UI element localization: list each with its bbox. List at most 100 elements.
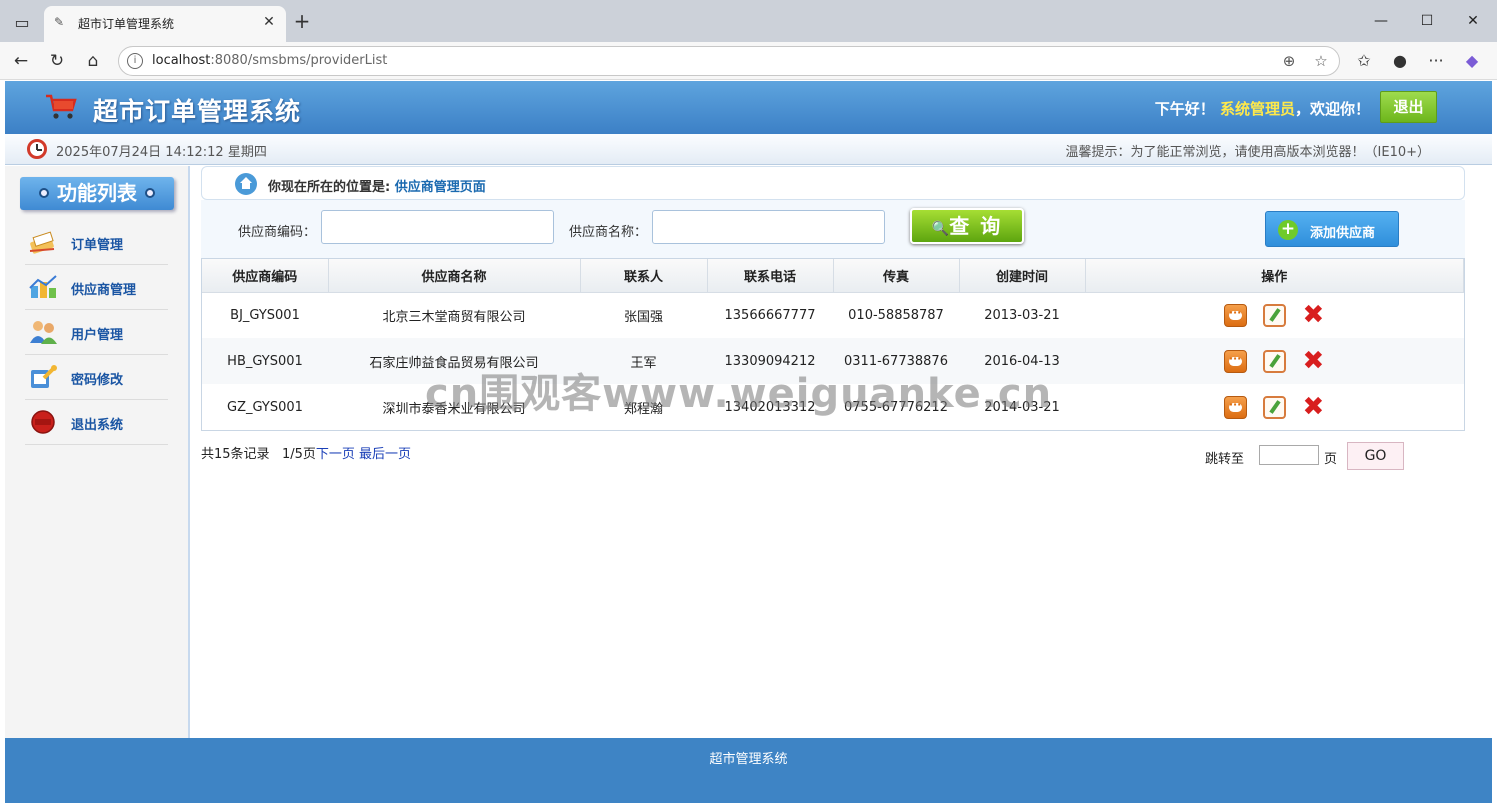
cell-fax: 010-58858787 [848, 307, 944, 323]
app-frame: 超市订单管理系统 下午好！ 系统管理员，欢迎你！ 退出 2025年07月24日 … [5, 81, 1492, 803]
last-page-link[interactable]: 最后一页 [359, 447, 411, 462]
footer: 超市管理系统 [5, 738, 1492, 803]
home-icon [235, 173, 257, 195]
password-icon [31, 365, 57, 388]
sidebar-item-exit[interactable]: 退出系统 [25, 400, 168, 445]
cell-created: 2013-03-21 [984, 307, 1060, 323]
plus-icon: + [1278, 220, 1298, 240]
go-button[interactable]: GO [1347, 442, 1404, 470]
provider-icon [29, 275, 57, 298]
favorites-icon[interactable]: ✩ [1352, 50, 1376, 72]
current-location: 供应商管理页面 [394, 180, 486, 195]
page-indicator: 1/5页 [281, 447, 316, 462]
provider-name-label: 供应商名称： [569, 225, 648, 240]
bullet-icon [39, 187, 49, 198]
edit-icon[interactable] [1262, 303, 1286, 327]
exit-icon [31, 410, 55, 434]
column-header: 供应商编码 [202, 259, 329, 293]
cell-code: HB_GYS001 [202, 338, 328, 384]
sidebar-item-label: 用户管理 [71, 328, 124, 343]
cell-actions: ✖ [1085, 292, 1464, 338]
magnifier-icon: 🔍 [931, 221, 950, 237]
add-provider-button[interactable]: + 添加供应商 [1265, 211, 1399, 247]
sidebar-item-label: 订单管理 [71, 238, 124, 253]
view-icon[interactable] [1223, 349, 1247, 373]
search-area: 供应商编码： 供应商名称： 🔍查 询 + 添加供应商 [201, 200, 1465, 258]
logout-button[interactable]: 退出 [1380, 91, 1437, 123]
next-page-link[interactable]: 下一页 [316, 447, 355, 462]
users-icon [30, 321, 57, 344]
home-icon[interactable]: ⌂ [80, 49, 106, 73]
watermark: cn围观客www.weiguanke.cn [425, 371, 1053, 417]
tab-close-icon[interactable]: ✕ [260, 13, 278, 31]
column-header: 联系人 [580, 259, 708, 293]
info-bar: 2025年07月24日 14:12:12 星期四 温馨提示：为了能正常浏览，请使… [5, 134, 1492, 165]
more-menu-icon[interactable]: ··· [1424, 50, 1448, 72]
provider-code-label: 供应商编码： [238, 225, 317, 240]
column-header: 操作 [1085, 259, 1464, 293]
sidebar-item-label: 供应商管理 [71, 283, 137, 298]
zoom-icon[interactable]: ⊕ [1279, 51, 1299, 71]
minimize-icon[interactable]: — [1358, 10, 1404, 32]
url-text: localhost:8080/smsbms/providerList [152, 53, 388, 68]
provider-name-input[interactable] [652, 210, 885, 244]
view-icon[interactable] [1223, 395, 1247, 419]
delete-icon[interactable]: ✖ [1302, 348, 1325, 374]
close-window-icon[interactable]: ✕ [1450, 10, 1496, 32]
tab-actions-icon[interactable]: ▭ [8, 8, 36, 36]
page-unit-label: 页 [1324, 452, 1338, 467]
cell-name: 北京三木堂商贸有限公司 [382, 309, 526, 325]
edit-icon[interactable] [1262, 395, 1286, 419]
edit-icon[interactable] [1262, 349, 1286, 373]
favorite-star-icon[interactable]: ☆ [1311, 51, 1331, 71]
sidebar-item-label: 退出系统 [71, 418, 124, 433]
favicon-icon: ✎ [54, 15, 65, 29]
function-list-title: 功能列表 [20, 177, 174, 210]
current-datetime: 2025年07月24日 14:12:12 星期四 [56, 145, 267, 160]
delete-icon[interactable]: ✖ [1302, 302, 1325, 328]
column-header: 供应商名称 [328, 259, 581, 293]
table-header-row: 供应商编码 供应商名称 联系人 联系电话 传真 创建时间 操作 [202, 259, 1464, 293]
maximize-icon[interactable]: ☐ [1404, 10, 1450, 32]
copilot-icon[interactable]: ◆ [1460, 50, 1484, 72]
site-info-icon[interactable]: i [127, 53, 143, 69]
sidebar-item-users[interactable]: 用户管理 [25, 310, 168, 355]
breadcrumb: 你现在所在的位置是: 供应商管理页面 [201, 166, 1465, 200]
new-tab-icon[interactable]: + [290, 10, 314, 34]
cell-phone: 13566667777 [724, 307, 816, 323]
column-header: 联系电话 [707, 259, 834, 293]
delete-icon[interactable]: ✖ [1302, 394, 1325, 420]
cell-contact: 张国强 [623, 309, 663, 325]
cell-actions: ✖ [1085, 338, 1464, 384]
sidebar-item-orders[interactable]: 订单管理 [25, 220, 168, 265]
sidebar-item-password[interactable]: 密码修改 [25, 355, 168, 400]
provider-code-input[interactable] [321, 210, 554, 244]
query-button[interactable]: 🔍查 询 [910, 208, 1024, 244]
browser-toolbar: ← ↻ ⌂ i localhost:8080/smsbms/providerLi… [0, 42, 1497, 80]
page-number-input[interactable] [1259, 445, 1319, 465]
sidebar: 功能列表 订单管理 供应商管理 用户管理 密码修改 退出系统 [5, 166, 190, 738]
table-row: BJ_GYS001 北京三木堂商贸有限公司 张国强 13566667777 01… [202, 292, 1464, 338]
view-icon[interactable] [1223, 303, 1247, 327]
breadcrumb-text: 你现在所在的位置是: 供应商管理页面 [268, 180, 486, 195]
shopping-cart-icon [46, 94, 77, 119]
browser-tab-bar: ▭ ✎ 超市订单管理系统 ✕ + — ☐ ✕ [0, 0, 1497, 42]
pager: 共15条记录 1/5页下一页 最后一页 [201, 443, 411, 462]
address-bar[interactable]: i localhost:8080/smsbms/providerList ⊕ ☆ [118, 46, 1340, 76]
greeting-text: 下午好！ 系统管理员，欢迎你！ [1154, 100, 1370, 118]
column-header: 传真 [833, 259, 960, 293]
app-title: 超市订单管理系统 [93, 97, 302, 126]
order-icon [29, 231, 55, 254]
browser-tab[interactable]: ✎ 超市订单管理系统 ✕ [44, 6, 286, 42]
reload-icon[interactable]: ↻ [44, 49, 70, 73]
cell-code: GZ_GYS001 [227, 399, 303, 415]
bullet-icon [145, 187, 155, 198]
column-header: 创建时间 [959, 259, 1086, 293]
profile-avatar-icon[interactable]: ● [1388, 50, 1412, 72]
total-records: 共15条记录 [201, 447, 270, 462]
back-icon[interactable]: ← [8, 49, 34, 73]
sidebar-item-label: 密码修改 [71, 373, 124, 388]
sidebar-item-providers[interactable]: 供应商管理 [25, 265, 168, 310]
tab-title: 超市订单管理系统 [78, 17, 175, 31]
cell-actions: ✖ [1085, 384, 1464, 430]
